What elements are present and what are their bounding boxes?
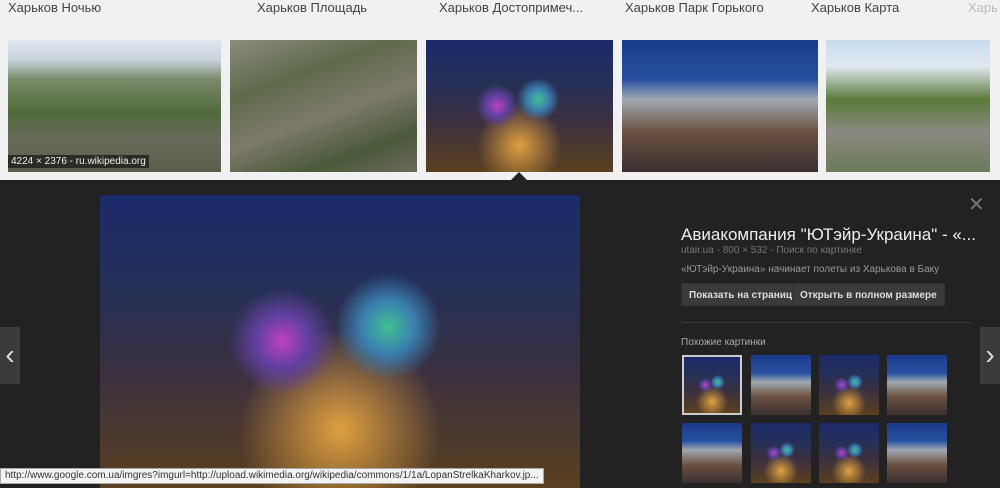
similar-image[interactable] (887, 355, 947, 415)
similar-image[interactable] (682, 423, 742, 483)
related-search-link[interactable]: Харьков Площадь (257, 0, 367, 16)
similar-image[interactable] (751, 423, 811, 483)
preview-image[interactable] (100, 195, 580, 488)
open-full-size-button[interactable]: Открыть в полном размере (792, 283, 945, 306)
related-search-link[interactable]: Харьков Ночью (8, 0, 101, 16)
related-search-link[interactable]: Харьков Достопримеч... (439, 0, 583, 16)
related-search-link[interactable]: Харь (968, 0, 998, 16)
similar-image[interactable] (819, 423, 879, 483)
chevron-right-icon: › (985, 339, 995, 370)
close-icon[interactable]: ✕ (968, 192, 985, 217)
similar-image[interactable] (682, 355, 742, 415)
show-on-page-button[interactable]: Показать на странице (681, 283, 806, 306)
next-image-button[interactable]: › (980, 327, 1000, 384)
image-thumbnail-selected[interactable] (426, 40, 613, 172)
similar-images-label: Похожие картинки (681, 337, 766, 348)
thumbnail-caption: 4224 × 2376 - ru.wikipedia.org (8, 155, 149, 168)
related-searches-bar: Харьков Ночью Харьков Площадь Харьков До… (0, 0, 1000, 28)
similar-image[interactable] (751, 355, 811, 415)
preview-description: «ЮТэйр-Украина» начинает полеты из Харьк… (681, 264, 940, 275)
preview-meta: utair.ua - 800 × 532 - Поиск по картинке (681, 245, 862, 256)
related-search-link[interactable]: Харьков Карта (811, 0, 899, 16)
prev-image-button[interactable]: ‹ (0, 327, 20, 384)
status-bar-url: http://www.google.com.ua/imgres?imgurl=h… (0, 468, 544, 484)
preview-title[interactable]: Авиакомпания "ЮТэйр-Украина" - «... (681, 225, 976, 245)
related-search-link[interactable]: Харьков Парк Горького (625, 0, 764, 16)
similar-image[interactable] (887, 423, 947, 483)
similar-image[interactable] (819, 355, 879, 415)
divider (681, 322, 971, 323)
image-thumbnail[interactable] (230, 40, 417, 172)
image-thumbnail[interactable]: 4224 × 2376 - ru.wikipedia.org (8, 40, 221, 172)
image-thumbnail[interactable] (622, 40, 818, 172)
chevron-left-icon: ‹ (5, 339, 15, 370)
image-thumbnail[interactable] (826, 40, 990, 172)
